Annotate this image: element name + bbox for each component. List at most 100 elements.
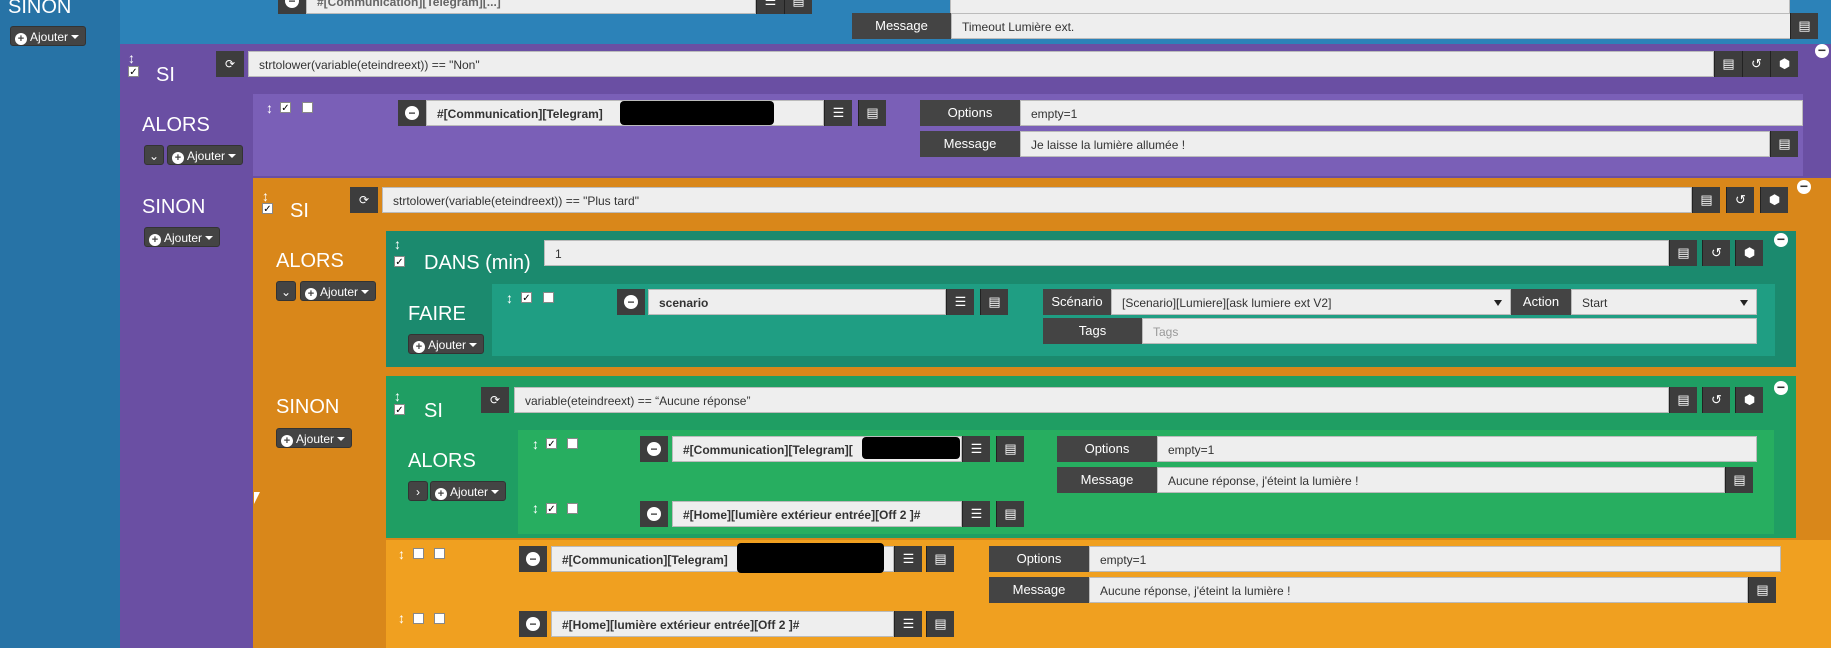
chevron-right-icon[interactable]: › [408, 481, 428, 501]
parallel-checkbox[interactable] [567, 438, 578, 449]
drag-handle-icon[interactable]: ↕ [532, 500, 539, 516]
message-editor-icon[interactable]: ▤ [1725, 467, 1753, 493]
message-editor-icon[interactable]: ▤ [1748, 577, 1776, 603]
enable-checkbox[interactable]: ✓ [394, 404, 405, 416]
history-icon[interactable]: ↺ [1702, 240, 1730, 266]
ajouter-button-sinon-2[interactable]: + Ajouter [276, 428, 353, 448]
ajouter-button-faire[interactable]: + Ajouter [408, 334, 485, 354]
enable-checkbox[interactable]: ✓ [546, 438, 557, 450]
condition-input-1[interactable]: strtolower(variable(eteindreext)) == "No… [248, 51, 1714, 77]
command-input-top[interactable]: #[Communication][Telegram][...] [306, 0, 756, 14]
parallel-checkbox[interactable] [434, 613, 445, 624]
drag-handle-icon[interactable]: ↕ [128, 50, 135, 66]
refresh-icon[interactable]: ⟳ [350, 187, 378, 213]
ajouter-button-top[interactable]: + Ajouter [10, 26, 87, 46]
remove-action-button[interactable]: − [640, 436, 668, 462]
message-input-4[interactable]: Aucune réponse, j'éteint la lumière ! [1089, 577, 1748, 603]
drag-handle-icon[interactable]: ↕ [262, 188, 269, 204]
tags-input[interactable]: Tags [1142, 318, 1757, 344]
drag-handle-icon[interactable]: ↕ [532, 436, 539, 452]
parallel-checkbox[interactable] [302, 102, 313, 113]
refresh-icon[interactable]: ⟳ [216, 51, 244, 77]
remove-block-icon[interactable]: − [1774, 232, 1788, 247]
table-icon[interactable]: ▤ [926, 546, 954, 572]
parallel-checkbox[interactable] [567, 503, 578, 514]
remove-action-button[interactable]: − [617, 289, 645, 315]
message-input-1[interactable]: Je laisse la lumière allumée ! [1020, 131, 1770, 157]
action-label: Action [1511, 289, 1571, 315]
chevron-down-icon[interactable]: ⌄ [144, 145, 164, 165]
condition-input-3[interactable]: variable(eteindreext) == “Aucune réponse… [514, 387, 1669, 413]
expression-icon[interactable]: ▤ [1714, 51, 1742, 77]
message-label-top: Message [852, 13, 951, 39]
expression-icon[interactable]: ▤ [1669, 387, 1697, 413]
options-input-3[interactable]: empty=1 [1157, 436, 1757, 462]
scenario-select[interactable]: [Scenario][Lumiere][ask lumiere ext V2] [1111, 289, 1511, 315]
options-input-4[interactable]: empty=1 [1089, 546, 1781, 572]
table-icon[interactable]: ▤ [980, 289, 1008, 315]
condition-input-2[interactable]: strtolower(variable(eteindreext)) == "Pl… [382, 187, 1692, 213]
drag-handle-icon[interactable]: ↕ [398, 546, 405, 562]
command-input-3b[interactable]: #[Home][lumière extérieur entrée][Off 2 … [672, 501, 962, 527]
enable-checkbox[interactable]: ✓ [394, 256, 405, 268]
cube-icon[interactable]: ⬢ [1735, 387, 1763, 413]
cube-icon[interactable]: ⬢ [1760, 187, 1788, 213]
list-icon[interactable]: ☰ [962, 501, 990, 527]
table-icon[interactable]: ▤ [784, 0, 812, 14]
list-icon[interactable]: ☰ [756, 0, 784, 14]
remove-action-button-top[interactable]: − [278, 0, 306, 14]
action-select[interactable]: Start [1571, 289, 1757, 315]
history-icon[interactable]: ↺ [1742, 51, 1770, 77]
list-icon[interactable]: ☰ [962, 436, 990, 462]
chevron-down-icon[interactable]: ⌄ [276, 281, 296, 301]
message-editor-icon[interactable]: ▤ [1790, 13, 1818, 39]
scenario-cmd-input[interactable]: scenario [648, 289, 946, 315]
table-icon[interactable]: ▤ [996, 436, 1024, 462]
command-input-4b[interactable]: #[Home][lumière extérieur entrée][Off 2 … [551, 611, 894, 637]
remove-action-button[interactable]: − [519, 546, 547, 572]
enable-checkbox[interactable]: ✓ [128, 66, 139, 78]
ajouter-button-alors-1[interactable]: + Ajouter [167, 145, 244, 165]
drag-handle-icon[interactable]: ↕ [394, 388, 401, 404]
history-icon[interactable]: ↺ [1702, 387, 1730, 413]
enable-checkbox[interactable]: ✓ [262, 203, 273, 215]
cube-icon[interactable]: ⬢ [1770, 51, 1798, 77]
dans-input[interactable]: 1 [544, 240, 1669, 266]
expression-icon[interactable]: ▤ [1692, 187, 1720, 213]
enable-checkbox[interactable]: ✓ [546, 503, 557, 515]
ajouter-button-sinon-1[interactable]: + Ajouter [144, 227, 221, 247]
ajouter-button-alors-3[interactable]: + Ajouter [430, 481, 507, 501]
list-icon[interactable]: ☰ [894, 611, 922, 637]
plus-icon: + [172, 152, 184, 164]
list-icon[interactable]: ☰ [946, 289, 974, 315]
parallel-checkbox[interactable] [543, 292, 554, 303]
expression-icon[interactable]: ▤ [1669, 240, 1697, 266]
message-input-3[interactable]: Aucune réponse, j'éteint la lumière ! [1157, 467, 1725, 493]
enable-checkbox[interactable]: ✓ [521, 292, 532, 304]
history-icon[interactable]: ↺ [1726, 187, 1754, 213]
drag-handle-icon[interactable]: ↕ [398, 610, 405, 626]
table-icon[interactable]: ▤ [926, 611, 954, 637]
message-input-top[interactable]: Timeout Lumière ext. [951, 13, 1791, 39]
remove-block-icon[interactable]: − [1774, 380, 1788, 395]
table-icon[interactable]: ▤ [996, 501, 1024, 527]
cube-icon[interactable]: ⬢ [1735, 240, 1763, 266]
remove-block-icon[interactable]: − [1797, 179, 1811, 194]
parallel-checkbox[interactable] [434, 548, 445, 559]
list-icon[interactable]: ☰ [894, 546, 922, 572]
ajouter-button-alors-2[interactable]: + Ajouter [300, 281, 377, 301]
drag-handle-icon[interactable]: ↕ [394, 236, 401, 252]
remove-action-button[interactable]: − [519, 611, 547, 637]
refresh-icon[interactable]: ⟳ [481, 387, 509, 413]
remove-action-button[interactable]: − [640, 501, 668, 527]
table-icon[interactable]: ▤ [858, 100, 886, 126]
remove-action-button[interactable]: − [398, 100, 426, 126]
list-icon[interactable]: ☰ [824, 100, 852, 126]
options-input-top[interactable] [950, 0, 1790, 14]
enable-checkbox[interactable]: ✓ [280, 102, 291, 114]
drag-handle-icon[interactable]: ↕ [266, 100, 273, 116]
drag-handle-icon[interactable]: ↕ [506, 290, 513, 306]
remove-block-icon[interactable]: − [1815, 43, 1829, 58]
message-editor-icon[interactable]: ▤ [1770, 131, 1798, 157]
options-input-1[interactable]: empty=1 [1020, 100, 1803, 126]
